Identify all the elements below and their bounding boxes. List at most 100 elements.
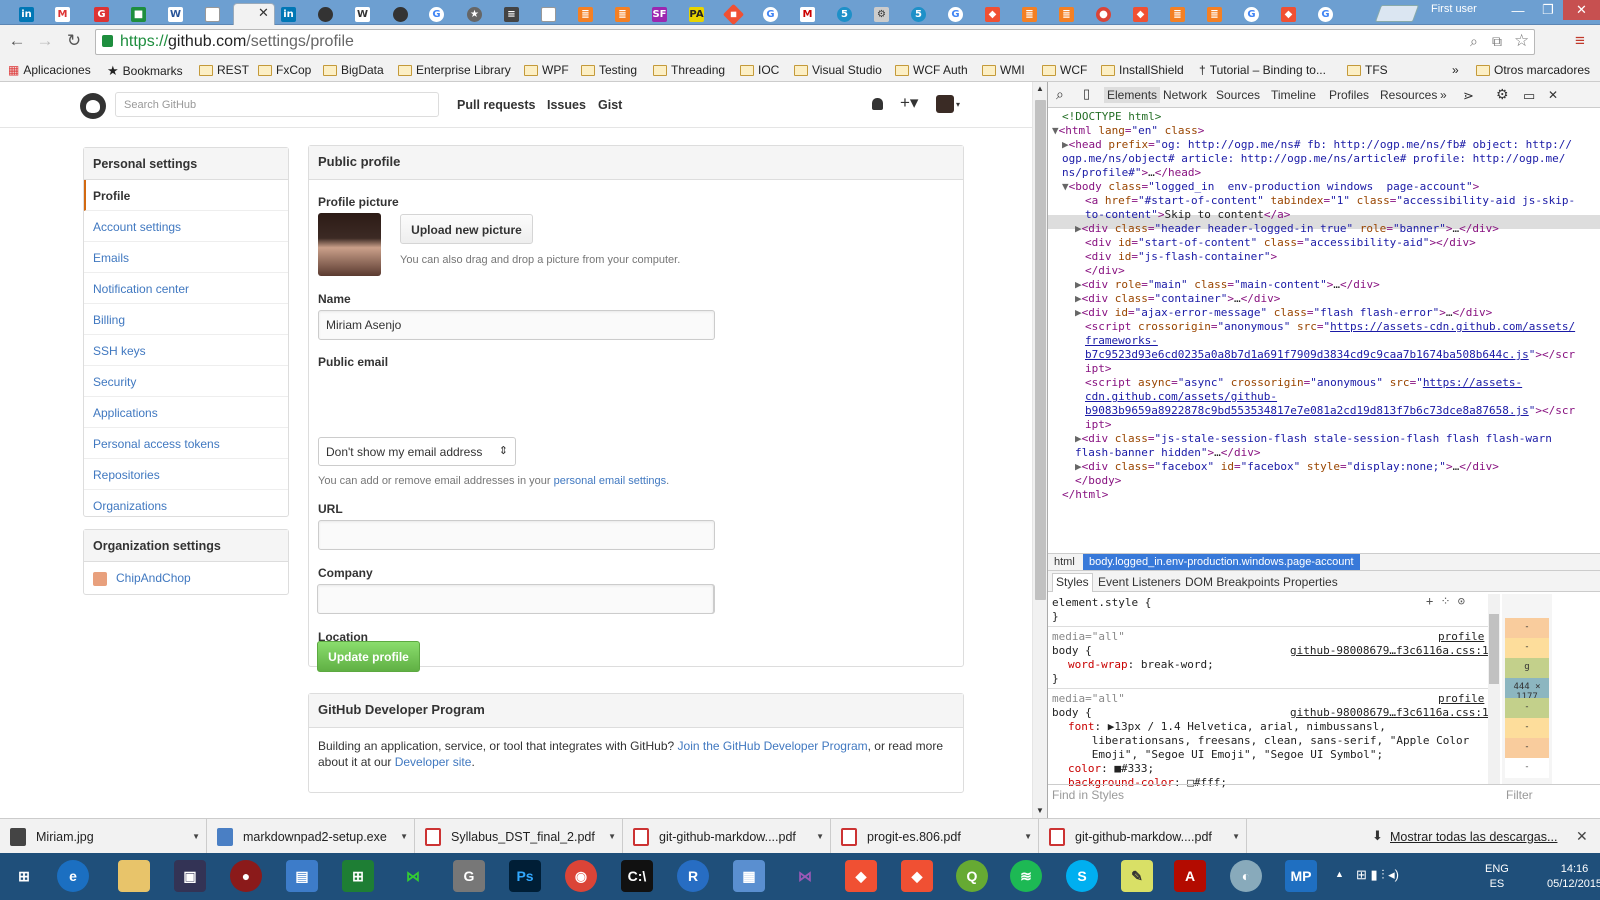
tab-sf[interactable]: SF (647, 3, 672, 25)
bookmark-apps[interactable]: ▦ Aplicaciones (8, 63, 91, 77)
settings-gear-icon[interactable]: ⚙ (1496, 86, 1509, 103)
tab-google-6[interactable]: G (1313, 3, 1338, 25)
file-explorer-icon[interactable] (118, 860, 150, 892)
tab-w[interactable]: W (350, 3, 375, 25)
tab-so-3[interactable]: ≣ (1017, 3, 1042, 25)
tab-network[interactable]: Network (1163, 88, 1207, 102)
chrome-icon[interactable]: ◉ (565, 860, 597, 892)
tray-icons[interactable]: ⊞ ▮ ⫶ ◂) (1356, 867, 1399, 883)
tab-git-3[interactable]: ◆ (1128, 3, 1153, 25)
bookmark-folder[interactable]: BigData (323, 63, 384, 77)
remote-desktop-icon[interactable]: ▣ (174, 860, 206, 892)
bookmark-folder[interactable]: Testing (581, 63, 637, 77)
acrobat-icon[interactable]: A (1174, 860, 1206, 892)
download-item[interactable]: git-github-markdow....pdf ▼ (1039, 819, 1247, 854)
window-close-icon[interactable]: ✕ (1563, 0, 1600, 20)
sidebar-item-billing[interactable]: Billing (84, 304, 288, 335)
tab-pa[interactable]: PA (684, 3, 709, 25)
skype-icon[interactable]: S (1066, 860, 1098, 892)
git-icon[interactable]: ◆ (845, 860, 877, 892)
paint-icon[interactable]: ◐ (1230, 860, 1262, 892)
photoshop-icon[interactable]: Ps (509, 860, 541, 892)
filter-input[interactable]: Filter (1506, 788, 1533, 802)
git-gui-icon[interactable]: ◆ (901, 860, 933, 892)
style-source-link[interactable]: profile (1438, 630, 1484, 644)
tab-linkedin-2[interactable]: in (276, 3, 301, 25)
search-input[interactable]: Search GitHub (115, 92, 439, 117)
tab-git[interactable]: ◆ (721, 3, 746, 25)
chevron-down-icon[interactable]: ▼ (1232, 832, 1240, 841)
nav-issues[interactable]: Issues (547, 98, 586, 112)
download-item[interactable]: git-github-markdow....pdf ▼ (623, 819, 831, 854)
tray-expand-icon[interactable]: ▲ (1335, 869, 1344, 879)
tab-linkedin[interactable]: in (14, 3, 39, 25)
tab-five[interactable]: 5 (832, 3, 857, 25)
notifications-bell-icon[interactable] (872, 98, 883, 110)
sidebar-item-account-settings[interactable]: Account settings (84, 211, 288, 242)
more-tabs-icon[interactable]: » (1440, 88, 1447, 102)
tab-close-icon[interactable]: ✕ (258, 5, 269, 21)
bookmark-folder[interactable]: InstallShield (1101, 63, 1184, 77)
subtab-dom-breakpoints[interactable]: DOM Breakpoints (1185, 575, 1280, 589)
bookmark-folder[interactable]: TFS (1347, 63, 1388, 77)
dock-icon[interactable]: ▭ (1523, 88, 1535, 104)
media-player-icon[interactable]: ● (230, 860, 262, 892)
download-item[interactable]: progit-es.806.pdf ▼ (831, 819, 1039, 854)
tab-google[interactable]: G (89, 3, 114, 25)
spotify-icon[interactable]: ≋ (1010, 860, 1042, 892)
console-drawer-icon[interactable]: ⋗ (1463, 88, 1474, 104)
chevron-down-icon[interactable]: ▾ (956, 100, 960, 109)
bookmark-folder[interactable]: WPF (524, 63, 569, 77)
minimize-icon[interactable]: — (1503, 0, 1533, 20)
bookmark-other[interactable]: Otros marcadores (1476, 63, 1590, 77)
bookmark-folder[interactable]: Threading (653, 63, 725, 77)
tab-star[interactable]: ★ (462, 3, 487, 25)
search-icon[interactable]: ⌕ (1056, 86, 1064, 103)
tab-timeline[interactable]: Timeline (1271, 88, 1316, 102)
address-bar[interactable]: https://github.com/settings/profile ⌕ ⧉ … (95, 29, 1535, 55)
tab-wikipedia[interactable]: W (163, 3, 188, 25)
tab-github-3[interactable] (388, 3, 413, 25)
crumb-html[interactable]: html (1054, 556, 1075, 568)
download-item[interactable]: Syllabus_DST_final_2.pdf ▼ (415, 819, 623, 854)
public-email-select[interactable]: Don't show my email address (318, 437, 516, 466)
styles-pane[interactable]: element.style { + ⁘ ⊙ } media="all" prof… (1048, 594, 1488, 792)
scrollbar-thumb[interactable] (1035, 100, 1046, 600)
github-logo-icon[interactable] (80, 93, 106, 119)
tab-five-2[interactable]: 5 (906, 3, 931, 25)
find-in-styles-input[interactable]: Find in Styles (1052, 788, 1124, 802)
bookmark-bookmarks[interactable]: ★ Bookmarks (107, 63, 183, 79)
chevron-down-icon[interactable]: ▼ (192, 832, 200, 841)
r-language-icon[interactable]: R (677, 860, 709, 892)
user-avatar[interactable] (936, 95, 954, 113)
notepad-icon[interactable]: ✎ (1121, 860, 1153, 892)
name-field[interactable]: Miriam Asenjo (318, 310, 715, 340)
upload-picture-button[interactable]: Upload new picture (400, 214, 533, 244)
tab-so-6[interactable]: ≣ (1202, 3, 1227, 25)
internet-explorer-icon[interactable]: e (57, 860, 89, 892)
sidebar-item-ssh-keys[interactable]: SSH keys (84, 335, 288, 366)
bookmark-tutorial[interactable]: † Tutorial – Binding to... (1199, 63, 1326, 77)
join-developer-program-link[interactable]: Join the GitHub Developer Program (678, 739, 868, 753)
sidebar-item-repositories[interactable]: Repositories (84, 459, 288, 490)
tab-m[interactable]: M (795, 3, 820, 25)
dom-tree[interactable]: <!DOCTYPE html> ▼<html lang="en" class> … (1048, 110, 1600, 550)
tab-sources[interactable]: Sources (1216, 88, 1260, 102)
download-item[interactable]: markdownpad2-setup.exe ▼ (207, 819, 415, 854)
tab-git-4[interactable]: ◆ (1276, 3, 1301, 25)
tab-google-4[interactable]: G (943, 3, 968, 25)
reload-icon[interactable]: ↻ (64, 31, 84, 51)
clock[interactable]: 14:16 05/12/2015 (1547, 862, 1600, 892)
tab-gmail[interactable]: M (50, 3, 75, 25)
markdownpad-icon[interactable]: MP (1285, 860, 1317, 892)
tab-elements[interactable]: Elements (1104, 87, 1161, 103)
show-all-downloads-link[interactable]: Mostrar todas las descargas... (1390, 830, 1557, 844)
close-downloads-icon[interactable]: ✕ (1576, 828, 1588, 845)
scrollbar-thumb[interactable] (1489, 614, 1499, 684)
tab-github-2[interactable] (313, 3, 338, 25)
command-prompt-icon[interactable]: C:\ (621, 860, 653, 892)
subtab-event-listeners[interactable]: Event Listeners (1098, 575, 1181, 589)
sidebar-item-emails[interactable]: Emails (84, 242, 288, 273)
sidebar-item-personal-access-tokens[interactable]: Personal access tokens (84, 428, 288, 459)
url-field[interactable] (318, 520, 715, 550)
